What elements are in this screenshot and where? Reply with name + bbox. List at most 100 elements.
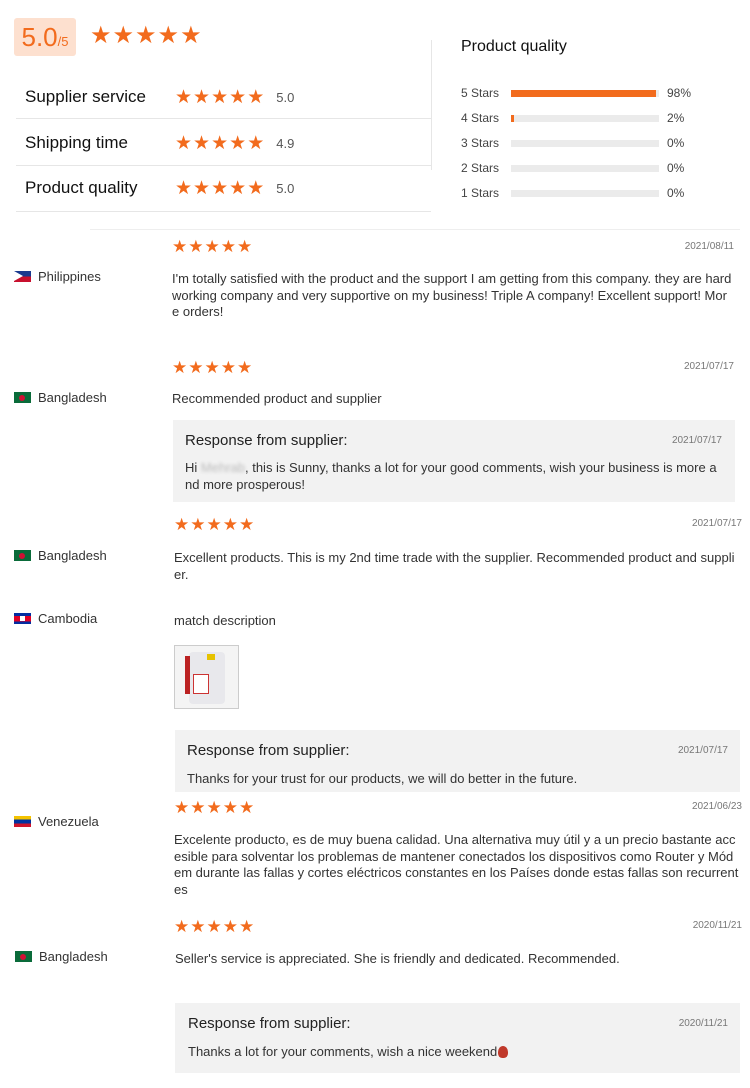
country-name: Bangladesh (38, 390, 107, 405)
star-icon: ★ (188, 358, 204, 377)
review-date: 2021/07/17 (691, 518, 742, 529)
star-icon: ★ (206, 917, 222, 936)
flag-icon (14, 613, 31, 624)
star-icon: ★ (175, 177, 193, 199)
star-icon: ★ (229, 132, 247, 154)
star-icon: ★ (157, 22, 180, 49)
flag-icon (14, 392, 31, 403)
reviewer-country: Bangladesh (14, 548, 107, 563)
rating-bar-track (511, 189, 659, 197)
review-date: 2021/07/17 (683, 361, 734, 372)
flag-icon (14, 550, 31, 561)
star-icon: ★ (211, 86, 229, 108)
rating-bar-track (511, 164, 659, 172)
summary-row-product-quality: Product quality ★ ★ ★ ★ ★ 5.0 (25, 173, 294, 203)
reviewer-country: Venezuela (14, 814, 99, 829)
rating-bar-percent: 98% (667, 86, 692, 100)
overall-score: 5.0 (21, 22, 58, 52)
summary-value: 4.9 (276, 135, 295, 151)
review-stars: ★ ★ ★ ★ ★ (174, 918, 254, 935)
review-text: match description (174, 613, 276, 628)
star-icon: ★ (174, 515, 190, 534)
star-icon: ★ (220, 358, 236, 377)
star-icon: ★ (174, 917, 190, 936)
star-icon: ★ (204, 358, 220, 377)
divider (16, 165, 431, 166)
rating-bar-label: 5 Stars (461, 86, 500, 100)
response-date: 2021/07/17 (671, 435, 722, 446)
response-title: Response from supplier: (188, 1015, 351, 1032)
star-icon: ★ (193, 177, 211, 199)
overall-score-badge: 5.0 /5 (14, 18, 76, 56)
star-icon: ★ (188, 237, 204, 256)
rating-bar-percent: 0% (667, 136, 685, 150)
supplier-response: Response from supplier: 2021/07/17 Thank… (175, 730, 740, 792)
review-text: Seller's service is appreciated. She is … (175, 951, 620, 966)
review-text: Excellent products. This is my 2nd time … (174, 550, 735, 582)
summary-label: Product quality (25, 178, 138, 197)
review-text: Excelente producto, es de muy buena cali… (174, 832, 739, 897)
rating-bar-row: 4 Stars 2% (461, 109, 697, 127)
country-name: Venezuela (38, 814, 99, 829)
review-date: 2021/08/11 (684, 241, 734, 252)
blurred-customer-name: Mehrab (200, 460, 245, 475)
summary-value: 5.0 (276, 180, 295, 196)
summary-row-shipping-time: Shipping time ★ ★ ★ ★ ★ 4.9 (25, 128, 294, 158)
rating-stars: ★ ★ ★ ★ ★ (175, 179, 264, 198)
rating-bar-row: 1 Stars 0% (461, 184, 697, 202)
rating-bar-row: 2 Stars 0% (461, 159, 697, 177)
star-icon: ★ (239, 798, 255, 817)
star-icon: ★ (193, 86, 211, 108)
flag-icon (14, 271, 31, 282)
divider (431, 40, 432, 170)
breakdown-title: Product quality (461, 38, 567, 55)
rating-bar-percent: 0% (667, 161, 685, 175)
star-icon: ★ (174, 798, 190, 817)
divider (90, 229, 740, 230)
rating-bar-track (511, 114, 659, 122)
star-icon: ★ (247, 132, 265, 154)
rating-bar-percent: 0% (667, 186, 685, 200)
summary-label: Shipping time (25, 133, 129, 152)
summary-row-supplier-service: Supplier service ★ ★ ★ ★ ★ 5.0 (25, 82, 294, 112)
star-icon: ★ (237, 237, 253, 256)
summary-value: 5.0 (276, 89, 295, 105)
reviewer-country: Bangladesh (15, 949, 108, 964)
rating-bar-fill (511, 114, 514, 122)
review-photo-thumbnail[interactable] (174, 645, 239, 709)
star-icon: ★ (206, 515, 222, 534)
star-icon: ★ (239, 515, 255, 534)
supplier-response: Response from supplier: 2021/07/17 Hi Me… (173, 420, 735, 502)
star-icon: ★ (206, 798, 222, 817)
response-text: Thanks a lot for your comments, wish a n… (188, 1044, 728, 1061)
country-name: Bangladesh (38, 548, 107, 563)
star-icon: ★ (204, 237, 220, 256)
response-title: Response from supplier: (187, 742, 350, 759)
response-text: Hi Mehrab, this is Sunny, thanks a lot f… (185, 460, 723, 493)
rose-emoji-icon (498, 1046, 509, 1058)
star-icon: ★ (90, 22, 112, 49)
star-icon: ★ (211, 177, 229, 199)
rating-bar-track (511, 139, 659, 147)
response-text: Thanks for your trust for our products, … (187, 771, 578, 786)
star-icon: ★ (247, 86, 265, 108)
review-stars: ★ ★ ★ ★ ★ (174, 516, 254, 533)
overall-stars: ★ ★ ★ ★ ★ (90, 24, 202, 48)
star-icon: ★ (211, 132, 229, 154)
response-title: Response from supplier: (185, 432, 348, 449)
review-date: 2021/06/23 (691, 801, 742, 812)
star-icon: ★ (190, 798, 206, 817)
star-icon: ★ (190, 515, 206, 534)
rating-bar-track (511, 89, 659, 97)
star-icon: ★ (172, 358, 188, 377)
response-date: 2021/07/17 (677, 745, 728, 756)
star-icon: ★ (180, 22, 202, 49)
review-stars: ★ ★ ★ ★ ★ (172, 238, 252, 255)
star-icon: ★ (237, 358, 253, 377)
review-stars: ★ ★ ★ ★ ★ (172, 359, 252, 376)
flag-icon (15, 951, 32, 962)
star-icon: ★ (175, 132, 193, 154)
review-stars: ★ ★ ★ ★ ★ (174, 799, 254, 816)
star-icon: ★ (229, 86, 247, 108)
rating-bar-label: 4 Stars (461, 111, 500, 125)
